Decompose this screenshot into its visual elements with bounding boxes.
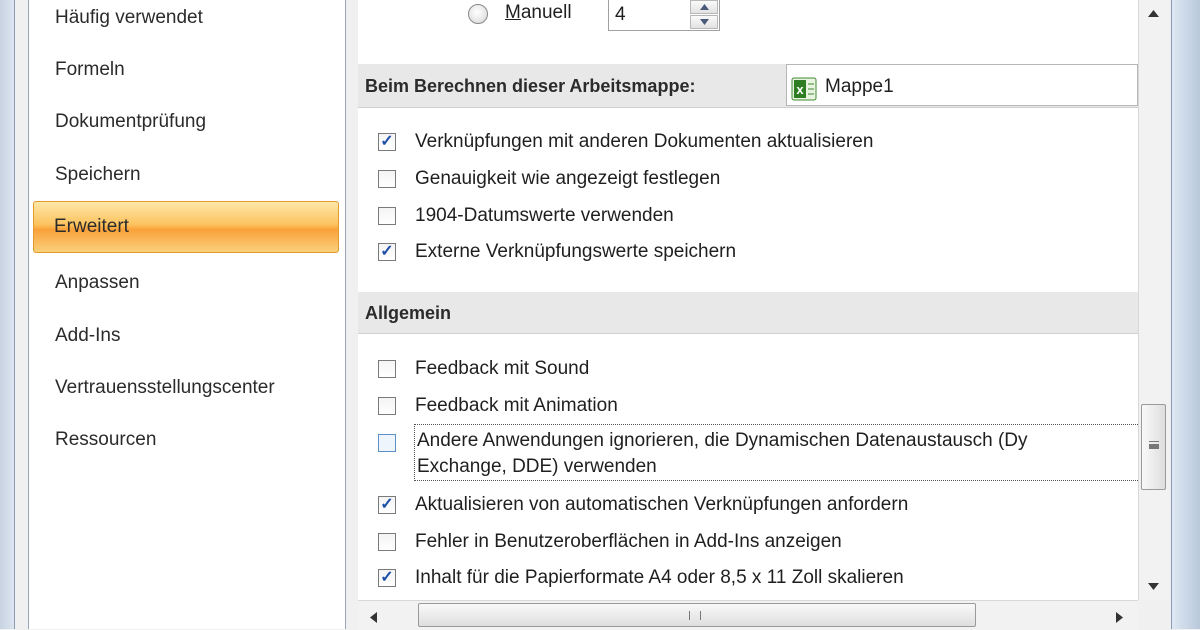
sidebar-item-label: Speichern [55,164,141,185]
sidebar-item-dokumentpruefung[interactable]: Dokumentprüfung [29,102,345,142]
excel-workbook-icon: x [791,73,817,101]
option-scale-a4-letter[interactable]: Inhalt für die Papierformate A4 oder 8,5… [378,563,904,593]
sidebar-item-label: Dokumentprüfung [55,111,207,132]
vertical-scroll-thumb[interactable] [1141,404,1166,490]
iterations-stepper[interactable]: 4 [608,0,720,31]
checkbox[interactable] [378,207,396,225]
option-label: Fehler in Benutzeroberflächen in Add-Ins… [415,531,842,552]
option-label-line2: Exchange, DDE) verwenden [417,456,657,477]
sidebar-item-label: Vertrauensstellungscenter [55,377,275,398]
option-label: Externe Verknüpfungswerte speichern [415,241,737,262]
checkbox[interactable] [378,397,396,415]
svg-text:x: x [796,82,804,97]
sidebar-item-erweitert[interactable]: Erweitert [33,201,339,253]
scroll-up-icon[interactable] [1148,4,1159,22]
option-request-auto-link-update[interactable]: Aktualisieren von automatischen Verknüpf… [378,490,908,520]
workbook-select[interactable]: x Mappe1 [786,64,1138,106]
options-content: Manuell 4 Beim Berechnen dieser Arbeitsm… [358,0,1138,600]
option-update-links[interactable]: Verknüpfungen mit anderen Dokumenten akt… [378,127,873,157]
sidebar-item-ressourcen[interactable]: Ressourcen [29,420,345,460]
workbook-section-header: Beim Berechnen dieser Arbeitsmappe: x Ma… [358,64,1138,108]
checkbox[interactable] [378,360,396,378]
manual-label: Manuell [505,2,572,23]
spin-up-icon[interactable] [690,0,718,14]
checkbox[interactable] [378,243,396,261]
grip-icon [689,611,701,620]
sidebar-item-add-ins[interactable]: Add-Ins [29,316,345,356]
sidebar-item-label: Häufig verwendet [55,7,203,28]
option-1904-date-system[interactable]: 1904-Datumswerte verwenden [378,201,674,231]
general-section-header: Allgemein [358,292,1138,334]
scroll-left-icon[interactable] [370,610,377,628]
option-ignore-dde[interactable]: Andere Anwendungen ignorieren, die Dynam… [378,424,1138,484]
sidebar-item-label: Ressourcen [55,429,157,450]
vertical-scrollbar[interactable] [1138,0,1169,600]
option-show-addin-ui-errors[interactable]: Fehler in Benutzeroberflächen in Add-Ins… [378,527,842,557]
grip-icon [1149,441,1159,445]
option-label: Verknüpfungen mit anderen Dokumenten akt… [415,131,874,152]
checkbox[interactable] [378,496,396,514]
manual-label-rest: anuell [520,2,572,23]
workbook-name: Mappe1 [825,76,894,97]
option-label: Genauigkeit wie angezeigt festlegen [415,168,721,189]
option-precision-as-displayed[interactable]: Genauigkeit wie angezeigt festlegen [378,164,720,194]
sidebar-item-label: Formeln [55,59,125,80]
option-feedback-animation[interactable]: Feedback mit Animation [378,391,618,421]
sidebar-item-formeln[interactable]: Formeln [29,50,345,90]
option-label: Feedback mit Animation [415,395,618,416]
sidebar-item-speichern[interactable]: Speichern [29,155,345,195]
horizontal-scroll-thumb[interactable] [418,603,976,627]
workbook-section-label: Beim Berechnen dieser Arbeitsmappe: [365,76,696,96]
sidebar-item-haeufig-verwendet[interactable]: Häufig verwendet [29,0,345,38]
sidebar-item-label: Add-Ins [55,325,121,346]
spin-down-icon[interactable] [690,15,718,29]
sidebar-item-label: Anpassen [55,272,140,293]
window-frame-right [1171,0,1200,629]
checkbox[interactable] [378,434,396,452]
scroll-down-icon[interactable] [1148,577,1159,595]
horizontal-scrollbar[interactable] [358,600,1138,630]
checkbox[interactable] [378,533,396,551]
iterations-value: 4 [615,4,626,25]
option-label: 1904-Datumswerte verwenden [415,205,674,226]
general-section-title: Allgemein [365,303,452,323]
option-feedback-sound[interactable]: Feedback mit Sound [378,354,589,384]
manual-radio[interactable] [468,4,488,24]
option-label: Feedback mit Sound [415,358,590,379]
scroll-right-icon[interactable] [1116,610,1123,628]
sidebar-item-vertrauensstellungscenter[interactable]: Vertrauensstellungscenter [29,368,345,408]
sidebar-item-label: Erweitert [54,216,129,237]
options-sidebar: Häufig verwendet Formeln Dokumentprüfung… [28,0,346,629]
option-save-external-link-values[interactable]: Externe Verknüpfungswerte speichern [378,237,736,267]
sidebar-item-anpassen[interactable]: Anpassen [29,263,345,303]
option-label: Andere Anwendungen ignorieren, die Dynam… [417,430,1028,451]
option-label: Aktualisieren von automatischen Verknüpf… [415,494,909,515]
window-frame-left [0,0,15,629]
checkbox[interactable] [378,133,396,151]
option-label: Inhalt für die Papierformate A4 oder 8,5… [415,567,904,588]
checkbox[interactable] [378,569,396,587]
checkbox[interactable] [378,170,396,188]
